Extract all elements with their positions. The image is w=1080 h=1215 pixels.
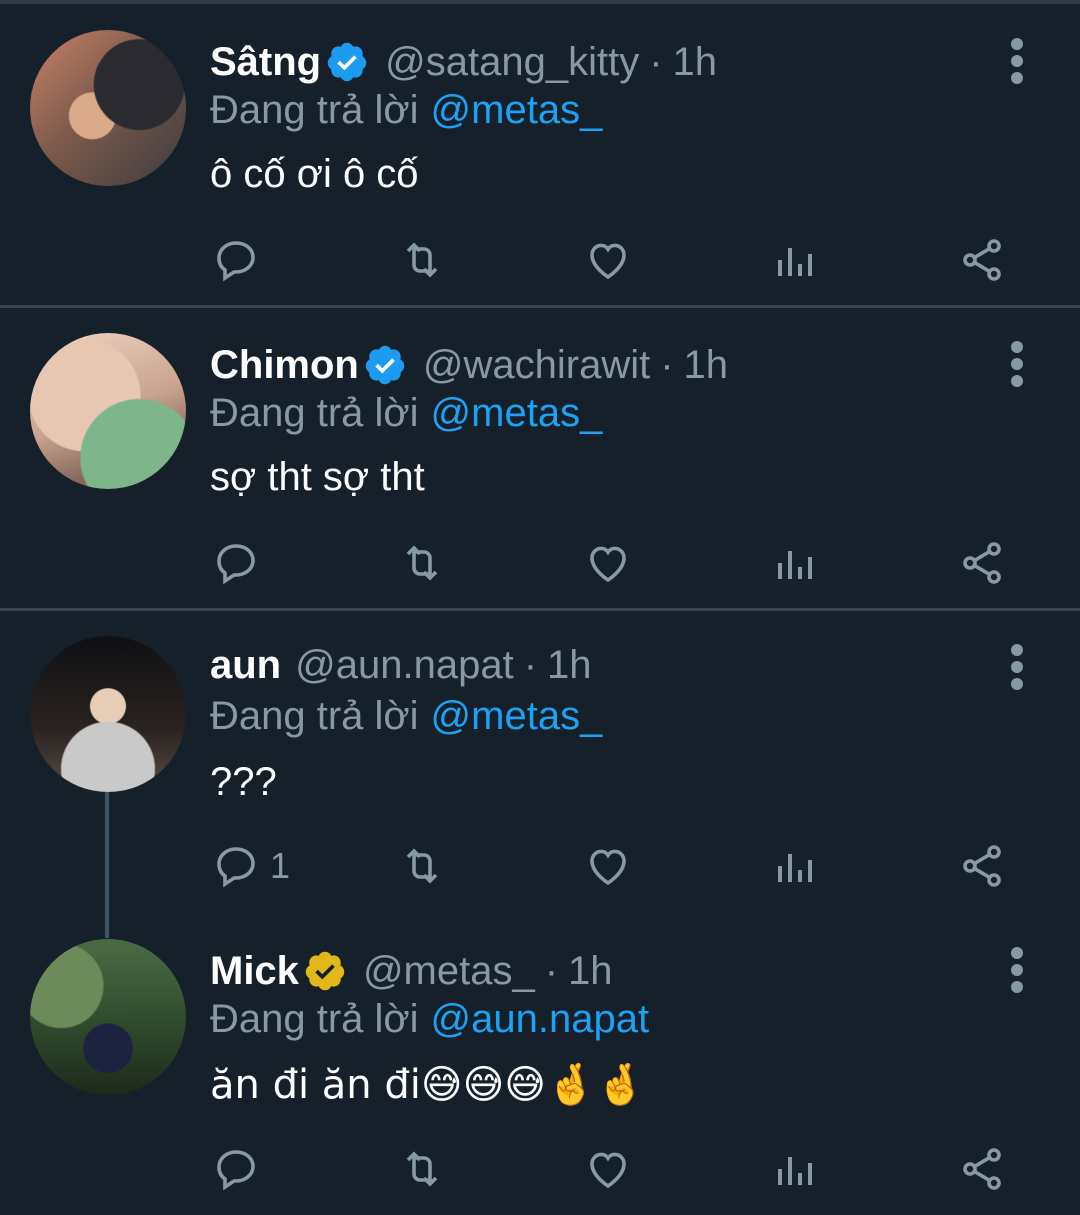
dot-separator: · (523, 643, 538, 687)
tweet-divider (0, 305, 1080, 308)
replying-to-label: Đang trả lời (210, 997, 419, 1041)
reply-icon (217, 847, 255, 888)
handle[interactable]: @wachirawit (423, 339, 650, 391)
heart-icon (590, 546, 626, 583)
verified-badge-icon (365, 345, 405, 385)
replying-to: Đang trả lời @metas_ (210, 84, 602, 136)
heart-icon (590, 1152, 626, 1189)
handle[interactable]: @satang_kitty (385, 36, 639, 88)
tweet-header: aun @aun.napat · 1h (210, 639, 592, 691)
analytics-icon (778, 1157, 812, 1185)
reply-button[interactable] (212, 230, 270, 290)
retweet-button[interactable] (398, 836, 446, 896)
more-vertical-icon[interactable] (1002, 945, 1032, 995)
verified-badge-icon (305, 951, 345, 991)
more-vertical-icon[interactable] (1002, 339, 1032, 389)
timestamp[interactable]: 1h (568, 945, 613, 997)
tweet-text: ??? (210, 760, 277, 804)
tweet-header: Chimon @wachirawit · 1h (210, 339, 728, 391)
timestamp[interactable]: 1h (673, 36, 718, 88)
reply-count: 1 (270, 845, 291, 886)
tweet-text: ăn đi ăn đi😅😅😅🤞🤞 (210, 1062, 646, 1108)
replying-to-link[interactable]: @metas_ (431, 88, 603, 132)
retweet-icon (406, 242, 438, 278)
analytics-icon (778, 854, 812, 882)
tweet-header: Sâtng @satang_kitty · 1h (210, 36, 717, 88)
reply-button[interactable]: 1 (212, 836, 290, 896)
retweet-button[interactable] (398, 1139, 446, 1199)
retweet-icon (406, 1151, 438, 1187)
replying-to: Đang trả lời @metas_ (210, 387, 602, 439)
tweet-header: Mick @metas_ · 1h (210, 945, 613, 997)
reply-button[interactable] (212, 533, 270, 593)
tweet-text: ô cố ơi ô cố (210, 152, 419, 196)
reply-icon (217, 241, 255, 282)
like-button[interactable] (584, 836, 632, 896)
dot-separator: · (544, 949, 559, 993)
tweet-divider (0, 608, 1080, 611)
like-button[interactable] (584, 1139, 632, 1199)
like-button[interactable] (584, 230, 632, 290)
avatar[interactable] (30, 333, 186, 489)
replying-to: Đang trả lời @metas_ (210, 690, 602, 742)
display-name[interactable]: Sâtng (210, 36, 321, 88)
heart-icon (590, 849, 626, 886)
display-name[interactable]: aun (210, 639, 281, 691)
analytics-button[interactable] (772, 533, 820, 593)
timestamp[interactable]: 1h (684, 339, 729, 391)
share-button[interactable] (958, 1139, 1006, 1199)
dot-separator: · (649, 40, 663, 84)
more-vertical-icon[interactable] (1002, 36, 1032, 86)
retweet-icon (406, 545, 438, 581)
more-vertical-icon[interactable] (1002, 642, 1032, 692)
reply-icon (217, 544, 255, 585)
analytics-button[interactable] (772, 230, 820, 290)
share-icon (963, 239, 1001, 281)
share-icon (963, 845, 1001, 887)
share-button[interactable] (958, 230, 1006, 290)
like-button[interactable] (584, 533, 632, 593)
replying-to-label: Đang trả lời (210, 391, 419, 435)
replying-to-label: Đang trả lời (210, 88, 419, 132)
avatar[interactable] (30, 30, 186, 186)
avatar[interactable] (30, 939, 186, 1095)
replying-to-link[interactable]: @metas_ (431, 694, 603, 738)
verified-badge-icon (327, 42, 367, 82)
analytics-icon (778, 551, 812, 579)
reply-icon (217, 1150, 255, 1191)
handle[interactable]: @aun.napat (295, 639, 514, 691)
display-name[interactable]: Chimon (210, 339, 359, 391)
top-divider (0, 0, 1080, 4)
handle[interactable]: @metas_ (363, 945, 535, 997)
retweet-button[interactable] (398, 533, 446, 593)
avatar[interactable] (30, 636, 186, 792)
replying-to: Đang trả lời @aun.napat (210, 993, 649, 1045)
retweet-icon (406, 848, 438, 884)
dot-separator: · (660, 343, 674, 387)
replying-to-label: Đang trả lời (210, 694, 419, 738)
display-name[interactable]: Mick (210, 945, 299, 997)
retweet-button[interactable] (398, 230, 446, 290)
share-icon (963, 542, 1001, 584)
analytics-icon (778, 248, 812, 276)
replying-to-link[interactable]: @metas_ (431, 391, 603, 435)
thread-connector (105, 792, 109, 938)
share-button[interactable] (958, 836, 1006, 896)
analytics-button[interactable] (772, 836, 820, 896)
share-button[interactable] (958, 533, 1006, 593)
share-icon (963, 1148, 1001, 1190)
tweet-text: sợ tht sợ tht (210, 455, 425, 499)
reply-button[interactable] (212, 1139, 270, 1199)
analytics-button[interactable] (772, 1139, 820, 1199)
replying-to-link[interactable]: @aun.napat (431, 997, 650, 1041)
timestamp[interactable]: 1h (547, 639, 592, 691)
heart-icon (590, 243, 626, 280)
